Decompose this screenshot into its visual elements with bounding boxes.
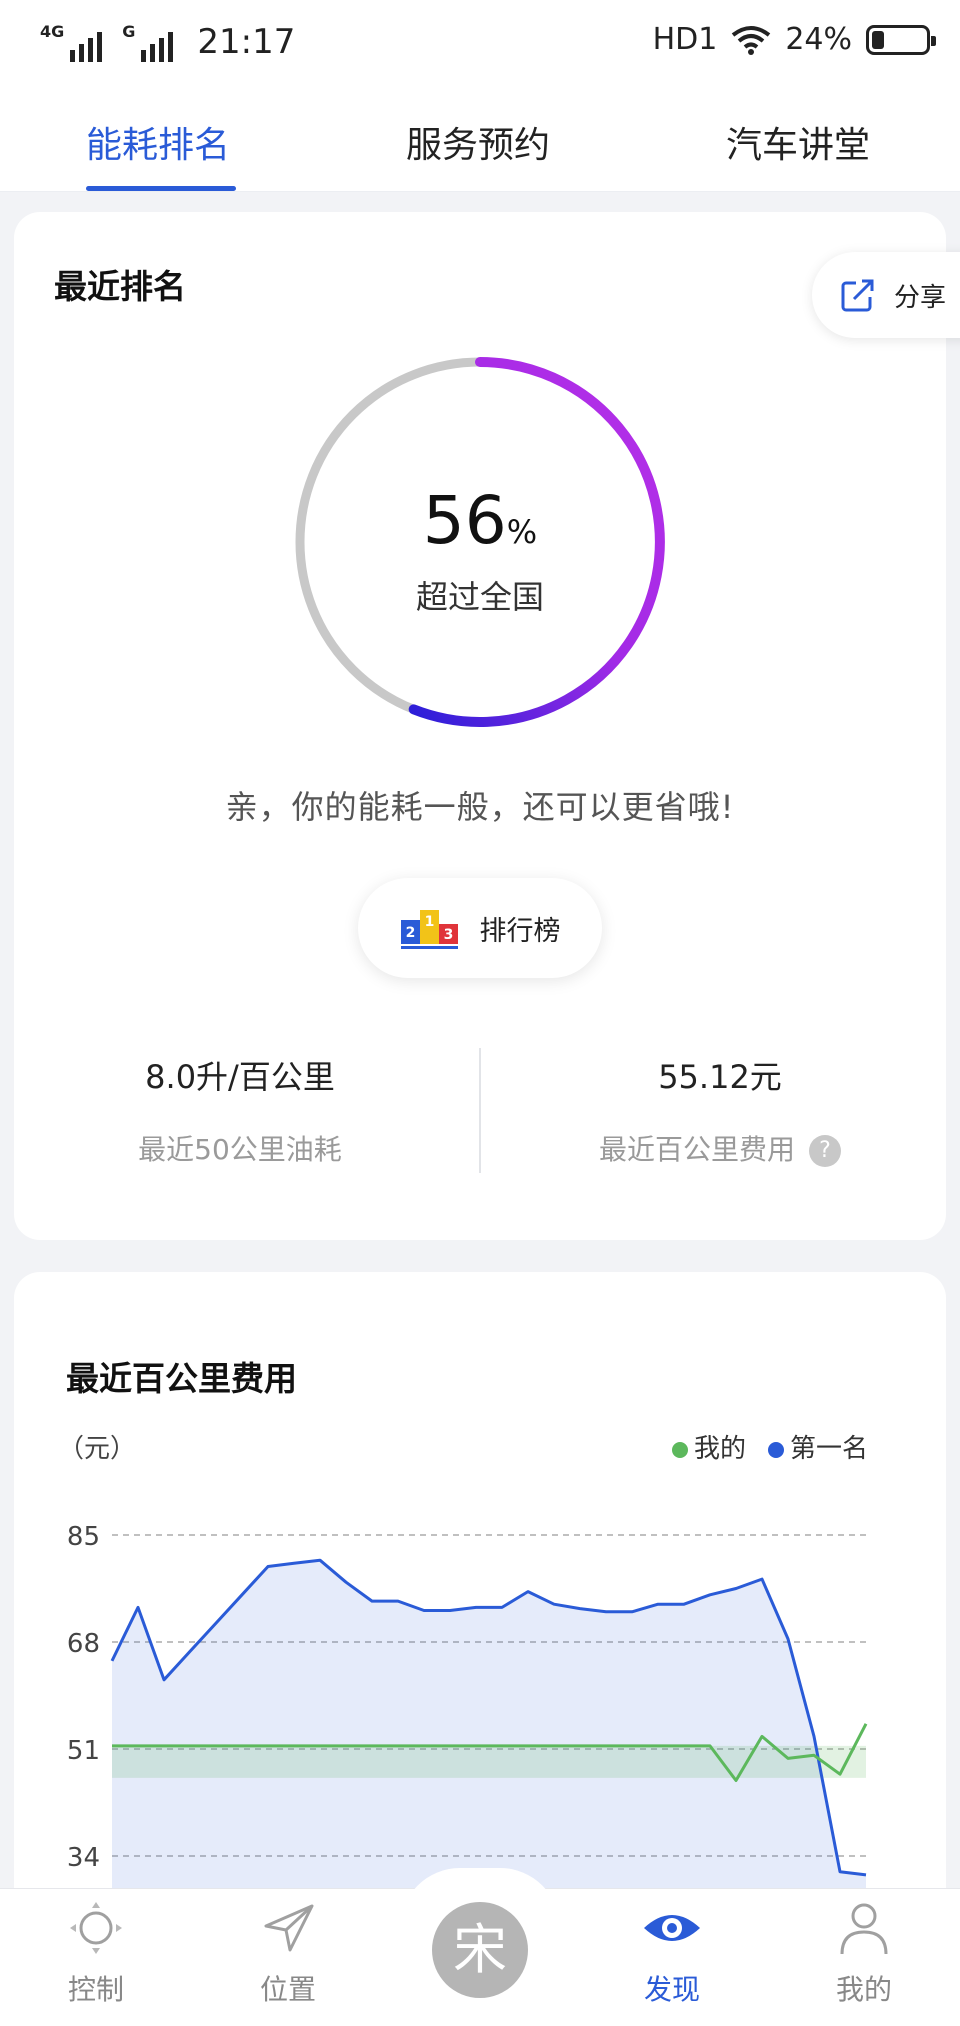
wifi-icon: [732, 25, 771, 55]
nav-discover[interactable]: 发现: [602, 1900, 742, 2008]
nav-control-label: 控制: [67, 1973, 124, 2006]
cost-line-chart: 85 68 51 34: [67, 1522, 868, 1890]
svg-text:1: 1: [424, 914, 434, 930]
network-type-2: G: [122, 22, 136, 41]
battery-icon: [866, 24, 936, 55]
person-icon: [840, 1903, 888, 1955]
energy-hint: 亲，你的能耗一般，还可以更省哦!: [225, 788, 735, 826]
legend-dot-mine: [671, 1441, 688, 1458]
ranking-title: 最近排名: [54, 267, 186, 306]
nav-control[interactable]: 控制: [26, 1900, 166, 2008]
signal-icon-1: [70, 30, 103, 62]
cost-value: 55.12元: [658, 1058, 782, 1096]
cost-label-row: 最近百公里费用?: [480, 1128, 960, 1168]
podium-icon: 2 1 3: [400, 910, 458, 949]
nav-mine[interactable]: 我的: [794, 1900, 934, 2008]
legend-label-mine: 我的: [693, 1434, 746, 1464]
navigation-icon: [264, 1904, 314, 1952]
share-icon: [841, 279, 874, 312]
fuel-consumption-value: 8.0升/百公里: [145, 1058, 335, 1096]
y-tick-label: 51: [67, 1736, 100, 1766]
signal-icon-2: [141, 30, 174, 62]
series-area-first: [112, 1560, 866, 1890]
nav-location[interactable]: 位置: [218, 1900, 358, 2008]
status-bar: 4G G 21:17 HD1 24%: [0, 0, 960, 86]
nav-mine-label: 我的: [835, 1973, 892, 2006]
nav-location-label: 位置: [259, 1973, 316, 2006]
legend-item-first: 第一名: [767, 1428, 868, 1465]
legend-label-first: 第一名: [789, 1434, 868, 1464]
legend-dot-first: [767, 1441, 784, 1458]
top-tabs: 能耗排名 服务预约 汽车讲堂: [0, 86, 960, 192]
leaderboard-button[interactable]: 2 1 3 排行榜: [358, 878, 602, 978]
y-tick-label: 68: [67, 1629, 100, 1659]
tab-car-lecture[interactable]: 汽车讲堂: [726, 116, 870, 168]
gauge-percent-unit: %: [506, 513, 538, 551]
brand-logo[interactable]: 宋: [432, 1902, 528, 1998]
fuel-consumption-label: 最近50公里油耗: [138, 1133, 342, 1166]
y-tick-label: 34: [67, 1843, 100, 1873]
gauge-label: 超过全国: [415, 578, 544, 616]
tab-service-booking[interactable]: 服务预约: [406, 116, 550, 168]
share-button[interactable]: 分享: [812, 252, 960, 338]
battery-percent: 24%: [785, 22, 852, 57]
share-label: 分享: [894, 282, 947, 313]
network-type-1: 4G: [40, 22, 65, 41]
svg-text:2: 2: [405, 925, 415, 941]
target-icon: [70, 1902, 122, 1954]
tab-energy-ranking[interactable]: 能耗排名: [86, 116, 230, 168]
clock: 21:17: [197, 22, 296, 62]
battery-level-fill: [872, 30, 885, 49]
gauge-percent: 56%: [290, 482, 670, 559]
legend-item-mine: 我的: [671, 1428, 746, 1465]
chart-legend: 我的 第一名: [671, 1428, 868, 1465]
help-icon[interactable]: ?: [809, 1135, 841, 1167]
cost-chart-title: 最近百公里费用: [66, 1359, 297, 1398]
cost-label: 最近百公里费用: [598, 1133, 795, 1166]
svg-text:3: 3: [443, 927, 453, 943]
eye-icon: [644, 1915, 700, 1941]
leaderboard-label: 排行榜: [479, 915, 561, 947]
y-tick-label: 85: [67, 1522, 100, 1552]
active-tab-indicator: [86, 186, 236, 191]
hd-indicator: HD1: [652, 22, 718, 57]
nav-discover-label: 发现: [643, 1973, 700, 2006]
chart-unit-label: （元）: [58, 1434, 137, 1464]
gauge-percent-value: 56: [422, 482, 507, 559]
